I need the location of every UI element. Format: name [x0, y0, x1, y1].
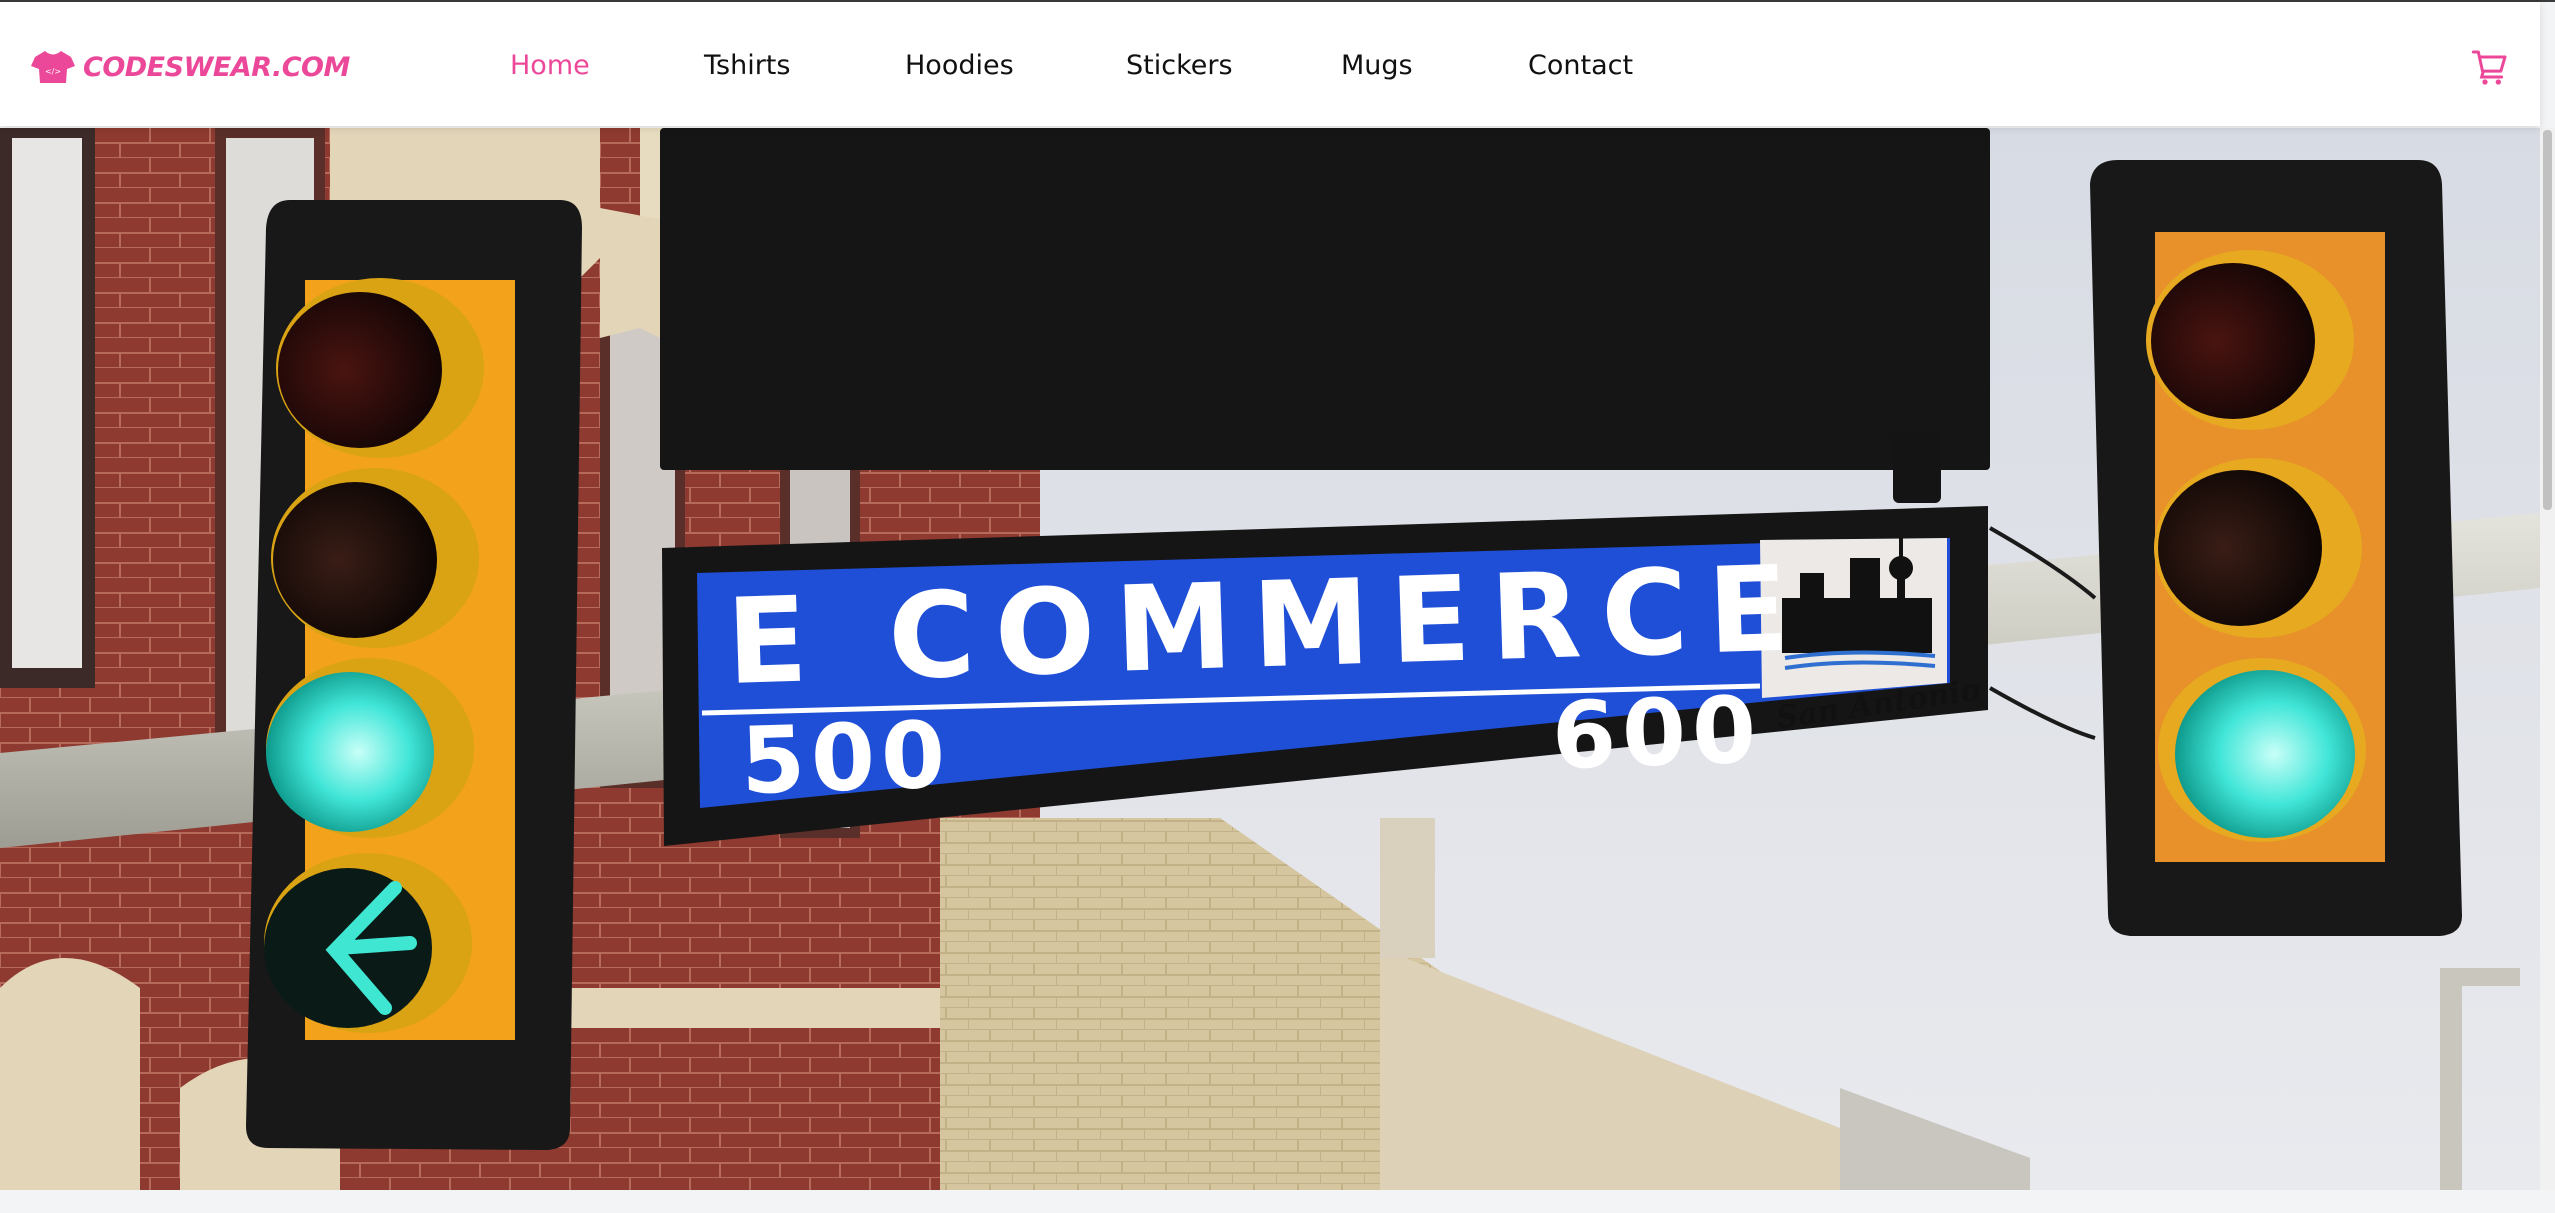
nav-link-hoodies[interactable]: Hoodies: [905, 50, 1014, 81]
tshirt-icon: </>: [31, 51, 75, 83]
shopping-cart-icon[interactable]: [2470, 47, 2510, 87]
sign-number-right: 600: [1550, 676, 1763, 790]
nav-link-tshirts[interactable]: Tshirts: [704, 50, 790, 81]
svg-text:</>: </>: [45, 67, 61, 76]
sign-number-left: 500: [739, 701, 952, 815]
nav-link-stickers[interactable]: Stickers: [1126, 50, 1233, 81]
hero-banner: E COMMERCE 500 600 San Antonio: [0, 128, 2540, 1190]
left-traffic-signal: [246, 200, 582, 1150]
brand-name: CODESWEAR.COM: [83, 51, 350, 83]
nav-link-contact[interactable]: Contact: [1528, 50, 1633, 81]
brand-logo[interactable]: </> CODESWEAR.COM: [31, 48, 350, 86]
nav-link-home[interactable]: Home: [510, 50, 590, 81]
nav-link-mugs[interactable]: Mugs: [1341, 50, 1413, 81]
navbar: </> CODESWEAR.COM Home Tshirts Hoodies S…: [0, 2, 2540, 126]
page-bottom-area: [0, 1190, 2555, 1213]
hero-image: E COMMERCE 500 600 San Antonio: [0, 128, 2540, 1190]
right-traffic-signal: [2090, 160, 2462, 936]
scrollbar-thumb[interactable]: [2543, 130, 2552, 510]
